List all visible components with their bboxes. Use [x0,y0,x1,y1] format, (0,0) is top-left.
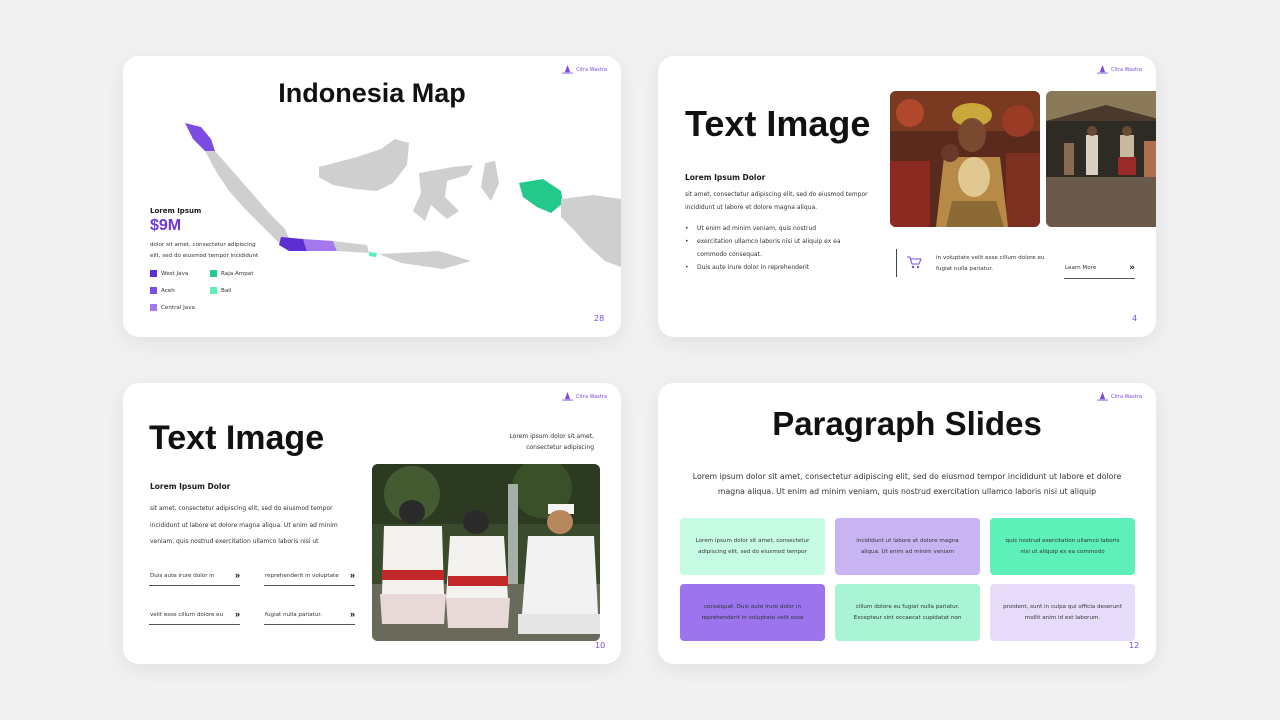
slide-text-image-2[interactable]: Citra Wastra Text Image Lorem ipsum dolo… [123,383,621,664]
side-note: Lorem ipsum dolor sit amet, consectetur … [509,433,594,451]
link-label: Duis aute irure dolor in [150,573,215,579]
map-region-sumatra [205,151,291,243]
bullet-item: exercitation ullamco laboris nisi ut ali… [685,235,870,261]
slide-paragraph-text: Lorem ipsum dolor sit amet, consectetur … [692,472,1122,496]
page-number: 12 [1129,641,1140,650]
legend-item-aceh: Aceh [150,287,175,294]
kpi-description: dolor sit amet, consectetur adipiscing e… [150,242,259,259]
legend-label: Raja Ampat [221,270,254,277]
bullet-item: Duis aute irure dolor in reprehenderit [685,261,870,274]
page-number: 10 [595,641,606,650]
map-region-west-java [279,237,307,251]
double-chevron-right-icon: » [234,570,240,580]
kpi-value: $9M [150,217,182,234]
map-region-papua [561,195,621,267]
map-region-raja-ampat [519,179,563,213]
legend-label: Aceh [161,287,175,294]
brand-logo: Citra Wastra [562,65,607,74]
slide-title: Indonesia Map [278,78,466,108]
brand-mark-icon [1097,65,1108,74]
slide-subtitle: Lorem Ipsum Dolor [150,482,231,491]
map-region-borneo [319,139,409,191]
brand-name: Citra Wastra [576,66,607,73]
brand-mark-icon [562,65,573,74]
info-text: in voluptate velit esse cillum dolore eu… [936,255,1045,272]
paragraph-card: incididunt ut labore et dolore magna ali… [835,518,980,575]
brand-mark-icon [562,392,573,401]
legend-swatch [150,270,157,277]
dance-performance-photo [1046,91,1156,227]
legend-item-raja-ampat: Raja Ampat [210,270,253,277]
link-item[interactable]: fugiat nulla pariatur. » [264,609,355,625]
info-divider [896,249,897,277]
bullet-list: Ut enim ad minim veniam, quis nostrud ex… [685,222,870,274]
legend-swatch [150,304,157,311]
slide-paragraph: sit amet, consectetur adipiscing elit, s… [150,505,338,545]
legend-label: West Java [161,270,189,277]
brand-logo: Citra Wastra [1097,65,1142,74]
link-item[interactable]: Duis aute irure dolor in » [149,570,240,586]
paragraph-card: consequat. Duis aute irure dolor in repr… [680,584,825,641]
link-label: velit esse cillum dolore eu [150,612,224,618]
link-label: fugiat nulla pariatur. [265,612,322,618]
dancer-photo [890,91,1040,227]
double-chevron-right-icon: » [1129,263,1135,273]
brand-logo: Citra Wastra [1097,392,1142,401]
page-number: 28 [594,314,605,323]
brand-logo: Citra Wastra [562,392,607,401]
map-region-central-java [303,239,337,251]
map-region-nusa-tenggara [379,251,471,269]
bullet-item: Ut enim ad minim veniam, quis nostrud [685,222,870,235]
ceremony-photo [372,464,600,641]
slide-paragraph[interactable]: Citra Wastra Paragraph Slides Lorem ipsu… [658,383,1156,664]
legend-swatch [210,270,217,277]
kpi-label: Lorem Ipsum [150,207,202,215]
paragraph-card: Lorem ipsum dolor sit amet, consectetur … [680,518,825,575]
slide-title: Paragraph Slides [772,405,1042,442]
slide-indonesia-map[interactable]: Citra Wastra Indonesia Map Lorem Ipsum $… [123,56,621,337]
link-item[interactable]: velit esse cillum dolore eu » [149,609,240,625]
double-chevron-right-icon: » [349,609,355,619]
map-region-sulawesi [413,165,473,221]
slide-paragraph: sit amet, consectetur adipiscing elit, s… [685,191,868,211]
legend-item-west-java: West Java [150,270,188,277]
legend-label: Bali [221,287,232,294]
double-chevron-right-icon: » [234,609,240,619]
slide-text-image-1[interactable]: Citra Wastra Text Image Lorem Ipsum Dolo… [658,56,1156,337]
paragraph-card: quis nostrud exercitation ullamco labori… [990,518,1135,575]
brand-name: Citra Wastra [1111,393,1142,400]
link-label: reprehenderit in voluptate [265,573,339,579]
indonesia-map [185,123,621,269]
map-region-aceh [185,123,215,151]
slide-title: Text Image [685,103,871,144]
slide-title: Text Image [149,419,325,457]
legend-label: Central Java [161,304,195,311]
brand-name: Citra Wastra [576,393,607,400]
brand-mark-icon [1097,392,1108,401]
link-item[interactable]: reprehenderit in voluptate » [264,570,355,586]
page-number: 4 [1132,314,1138,323]
learn-more-label: Learn More [1065,265,1097,271]
map-region-east-java [333,241,369,253]
map-region-maluku [481,161,499,201]
paragraph-card: proident, sunt in culpa qui officia dese… [990,584,1135,641]
legend-swatch [150,287,157,294]
learn-more-link[interactable]: Learn More » [1064,263,1135,279]
map-region-bali [369,252,377,257]
double-chevron-right-icon: » [349,570,355,580]
cart-icon [907,256,922,269]
legend-item-central-java: Central Java [150,304,195,311]
paragraph-card: cillum dolore eu fugiat nulla pariatur. … [835,584,980,641]
legend-swatch [210,287,217,294]
brand-name: Citra Wastra [1111,66,1142,73]
slide-subtitle: Lorem Ipsum Dolor [685,173,766,182]
legend-item-bali: Bali [210,287,231,294]
